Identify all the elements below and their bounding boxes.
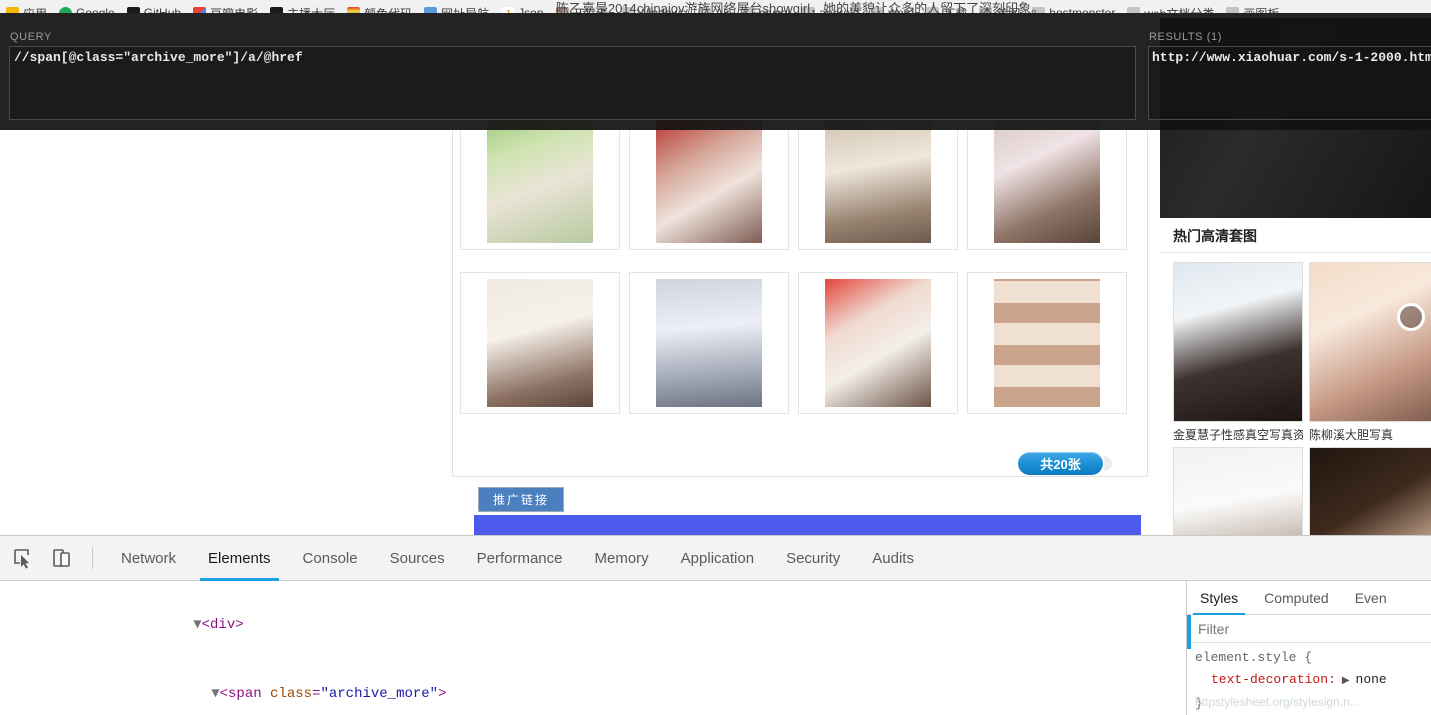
results-label: RESULTS (1) (1149, 31, 1223, 43)
tab-event-listeners[interactable]: Even (1342, 581, 1400, 615)
thumbnail-card[interactable] (460, 272, 620, 414)
thumbnail-image (994, 279, 1100, 407)
expand-triangle-icon[interactable]: ▼ (211, 686, 219, 702)
styles-rule-declaration[interactable]: text-decoration: ▶ none (1195, 669, 1431, 693)
styles-panel-tabs: Styles Computed Even (1187, 581, 1431, 615)
tab-network[interactable]: Network (105, 536, 192, 581)
thumbnail-row (460, 272, 1148, 414)
promo-banner[interactable] (474, 515, 1141, 537)
sidebar-divider (1160, 252, 1431, 253)
thumbnail-image (994, 115, 1100, 243)
inspect-element-icon[interactable] (8, 543, 38, 573)
thumbnail-grid (460, 108, 1148, 436)
thumbnail-image (656, 279, 762, 407)
bookmark-label: 应用 (23, 5, 47, 14)
styles-rule-selector-line: element.style { (1195, 647, 1431, 669)
tab-console[interactable]: Console (287, 536, 374, 581)
devtools-panel: Network Elements Console Sources Perform… (0, 535, 1431, 715)
sidebar-card-caption[interactable]: 陈柳溪大胆写真 (1309, 426, 1431, 443)
sidebar-image-highlight-circle (1397, 303, 1425, 331)
query-text[interactable]: //span[@class="archive_more"]/a/@href (14, 50, 1124, 65)
dom-line-close-a[interactable]: </a> (0, 581, 1186, 591)
bookmark-label: 画图板 (1243, 5, 1279, 14)
dom-span-attr-name: class (270, 686, 313, 702)
tab-application[interactable]: Application (665, 536, 770, 581)
bookmark-label: Google (76, 6, 115, 13)
bookmark-label: 颜色代码 (364, 5, 412, 14)
styles-ghost-watermark: httpstylesheet.org/stylesign.n... (1195, 695, 1360, 709)
bookmark-label: 主播大厅 (287, 5, 335, 14)
thumbnail-image (825, 279, 931, 407)
sidebar-card-caption[interactable]: 金夏慧子性感真空写真资 (1173, 426, 1303, 443)
sidebar-card[interactable]: 陈柳溪大胆写真 (1309, 262, 1431, 443)
tab-memory[interactable]: Memory (579, 536, 665, 581)
sidebar-card-image (1309, 262, 1431, 422)
chevron-right-icon[interactable]: ▶ (1336, 676, 1356, 687)
dom-line-span-open[interactable]: ▼<span class="archive_more"> (0, 660, 1186, 715)
styles-rule-value[interactable]: none (1356, 672, 1387, 687)
results-text: http://www.xiaohuar.com/s-1-2000.html (1152, 50, 1431, 65)
sidebar-section-title: 热门高清套图 (1173, 228, 1257, 244)
tab-styles[interactable]: Styles (1187, 581, 1251, 615)
dom-span-tag: span (228, 686, 262, 702)
dom-span-attr-value: "archive_more" (320, 686, 439, 702)
tab-security[interactable]: Security (770, 536, 856, 581)
devtools-toolbar: Network Elements Console Sources Perform… (0, 536, 1431, 581)
dom-tree[interactable]: </a> ▼<div> ▼<span class="archive_more">… (0, 581, 1186, 715)
bookmark-label: 豆瓣电影 (210, 5, 258, 14)
promo-badge: 推广链接 (478, 487, 565, 512)
tab-computed[interactable]: Computed (1251, 581, 1342, 615)
bookmark-label: web文档分类 (1144, 5, 1214, 14)
sidebar-card-row: 金夏慧子性感真空写真资 陈柳溪大胆写真 (1173, 262, 1431, 443)
bookmark-item[interactable]: 豆瓣电影 (187, 0, 264, 13)
sidebar-card[interactable]: 金夏慧子性感真空写真资 (1173, 262, 1303, 443)
sidebar-card-image (1173, 262, 1303, 422)
styles-filter-input[interactable]: Filter (1187, 615, 1431, 643)
thumbnail-image (487, 279, 593, 407)
expand-triangle-icon[interactable]: ▼ (193, 617, 201, 633)
styles-rule-block: httpstylesheet.org/stylesign.n... elemen… (1187, 643, 1431, 715)
devtools-tabs: Network Elements Console Sources Perform… (105, 536, 930, 581)
thumbnail-card[interactable] (798, 272, 958, 414)
tab-elements[interactable]: Elements (192, 536, 287, 581)
query-label: QUERY (10, 31, 52, 43)
tab-performance[interactable]: Performance (461, 536, 579, 581)
thumbnail-image (656, 115, 762, 243)
tab-audits[interactable]: Audits (856, 536, 930, 581)
styles-panel: Styles Computed Even Filter httpstyleshe… (1186, 581, 1431, 715)
bookmark-item[interactable]: 主播大厅 (264, 0, 341, 13)
bookmark-item[interactable]: 应用 (0, 0, 53, 13)
dom-line-div-open[interactable]: ▼<div> (0, 591, 1186, 660)
thumbnail-card[interactable] (967, 272, 1127, 414)
tab-sources[interactable]: Sources (374, 536, 461, 581)
styles-rule-selector: element.style { (1195, 650, 1313, 665)
styles-rule-property[interactable]: text-decoration: (1211, 672, 1336, 687)
toolbar-divider (92, 547, 93, 569)
thumbnail-card[interactable] (629, 272, 789, 414)
bookmark-item[interactable]: Google (53, 0, 121, 13)
thumbnail-image (825, 115, 931, 243)
bookmark-item[interactable]: 颜色代码 (341, 0, 418, 13)
total-count-link[interactable]: 共20张 (1018, 452, 1103, 475)
bookmark-item[interactable]: GitHub (121, 0, 187, 13)
dom-div-open-text: <div> (201, 617, 244, 633)
bookmark-label: GitHub (143, 6, 182, 13)
bookmark-item[interactable]: 画图板 (1220, 0, 1285, 13)
device-toolbar-icon[interactable] (46, 543, 76, 573)
thumbnail-image (487, 115, 593, 243)
screenshot-root: 应用 Google GitHub 豆瓣电影 主播大厅 颜色代码 网址导航 JJs… (0, 0, 1431, 715)
